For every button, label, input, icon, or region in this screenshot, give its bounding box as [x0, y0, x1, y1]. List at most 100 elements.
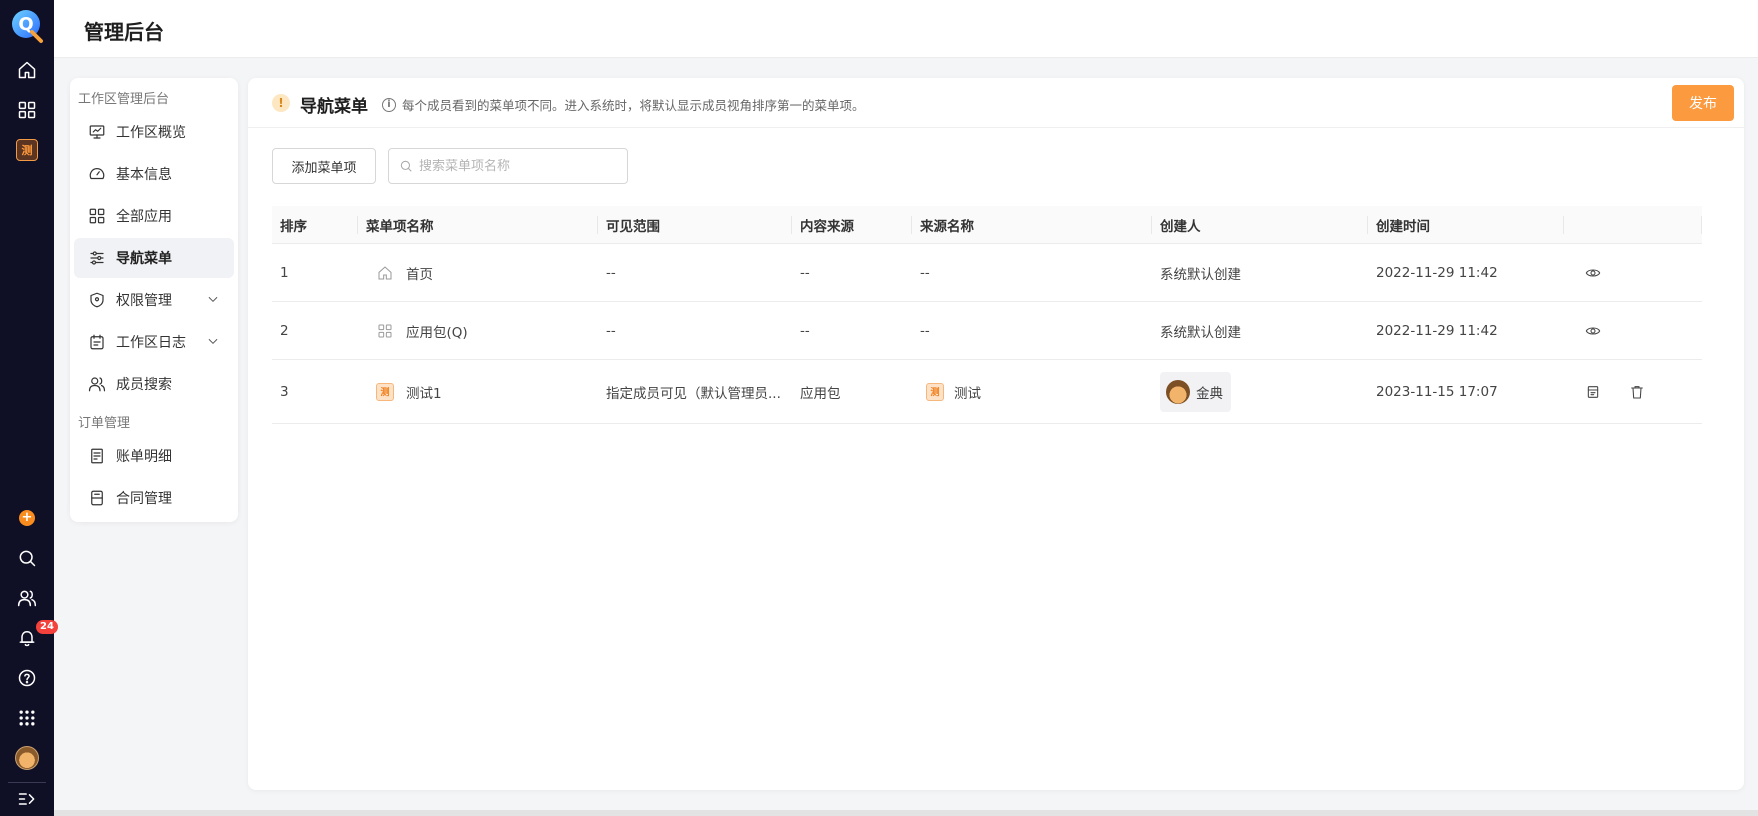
- cell-order: 1: [280, 264, 289, 281]
- cell-creator: 金典: [1152, 360, 1368, 423]
- admin-sidebar: 工作区管理后台 工作区概览 基本信息 全部应用 导航菜单 权限管理 工作区日志 …: [70, 78, 238, 522]
- cell-creator: 系统默认创建: [1160, 266, 1241, 283]
- search-box: [388, 148, 628, 184]
- expand-rail-button[interactable]: [9, 784, 45, 814]
- search-icon: [400, 160, 412, 172]
- users-icon: [17, 590, 37, 607]
- help-icon: [18, 669, 36, 687]
- more-apps-nav[interactable]: [9, 700, 45, 736]
- users-icon: [88, 377, 106, 392]
- cell-name: 首页: [358, 244, 598, 301]
- sidebar-item-workspace-log[interactable]: 工作区日志: [74, 322, 234, 362]
- col-header-order: 排序: [272, 206, 358, 243]
- table-row[interactable]: 3 测 测试1 指定成员可见（默认管理员... 应用包 测 测试 金典 2023…: [272, 360, 1702, 424]
- panel-title: 导航菜单: [300, 97, 368, 117]
- view-button[interactable]: [1584, 264, 1602, 282]
- table-header-row: 排序 菜单项名称 可见范围 内容来源 来源名称 创建人 创建时间: [272, 206, 1702, 244]
- cell-order: 2: [280, 322, 289, 339]
- sidebar-item-member-search[interactable]: 成员搜索: [74, 364, 234, 404]
- help-nav[interactable]: [9, 660, 45, 696]
- app-tile-icon: 测: [376, 382, 394, 401]
- info-icon: i: [382, 97, 396, 112]
- sidebar-item-label: 全部应用: [116, 209, 172, 225]
- cell-actions: [1564, 244, 1702, 301]
- cell-name-text: 应用包(Q): [406, 324, 468, 341]
- col-header-created: 创建时间: [1368, 206, 1564, 243]
- sidebar-item-label: 账单明细: [116, 449, 172, 465]
- chevron-down-icon: [208, 338, 218, 344]
- sliders-icon: [90, 251, 104, 265]
- app-logo[interactable]: Q: [10, 8, 44, 44]
- sidebar-item-basic-info[interactable]: 基本信息: [74, 154, 234, 194]
- search-input[interactable]: [419, 158, 619, 174]
- sidebar-item-bills[interactable]: 账单明细: [74, 436, 234, 476]
- user-avatar-nav[interactable]: [9, 740, 45, 776]
- edit-button[interactable]: [1584, 383, 1602, 401]
- table-row[interactable]: 2 应用包(Q) -- -- -- 系统默认创建 2022-11-29 11:4…: [272, 302, 1702, 360]
- sidebar-item-label: 合同管理: [116, 491, 172, 507]
- cell-creator: 系统默认创建: [1160, 324, 1241, 341]
- edit-form-icon: [1587, 385, 1599, 398]
- cell-scope: --: [606, 322, 616, 339]
- cell-name: 测 测试1: [358, 360, 598, 423]
- cell-source-name: --: [920, 264, 930, 281]
- app-tile-icon: 测: [16, 139, 38, 161]
- main-panel: ! 导航菜单 i 每个成员看到的菜单项不同。进入系统时，将默认显示成员视角排序第…: [248, 78, 1744, 790]
- sidebar-group-orders: 订单管理: [78, 416, 131, 431]
- home-icon: [378, 265, 392, 279]
- cell-scope: --: [606, 264, 616, 281]
- sidebar-item-overview[interactable]: 工作区概览: [74, 112, 234, 152]
- view-button[interactable]: [1584, 322, 1602, 340]
- page-title: 管理后台: [84, 20, 164, 44]
- test-app-nav[interactable]: 测: [9, 132, 45, 168]
- cell-source-name-text: 测试: [954, 385, 981, 402]
- cell-created: 2023-11-15 17:07: [1376, 383, 1498, 400]
- bottom-scroll-track: [54, 810, 1758, 816]
- apps-nav[interactable]: [9, 92, 45, 128]
- menu-table: 排序 菜单项名称 可见范围 内容来源 来源名称 创建人 创建时间 1 首页 --…: [272, 206, 1724, 424]
- top-header: 管理后台: [54, 0, 1758, 58]
- col-header-source-name: 来源名称: [912, 206, 1152, 243]
- creator-chip[interactable]: 金典: [1160, 371, 1231, 412]
- monitor-icon: [89, 125, 105, 139]
- col-header-source: 内容来源: [792, 206, 912, 243]
- home-nav[interactable]: [9, 52, 45, 88]
- sidebar-item-label: 工作区概览: [116, 125, 186, 141]
- col-header-actions: [1564, 206, 1702, 243]
- table-row[interactable]: 1 首页 -- -- -- 系统默认创建 2022-11-29 11:42: [272, 244, 1702, 302]
- create-nav[interactable]: +: [9, 500, 45, 536]
- contacts-nav[interactable]: [9, 580, 45, 616]
- cell-scope: 指定成员可见（默认管理员...: [606, 385, 781, 402]
- delete-button[interactable]: [1628, 383, 1646, 401]
- apps-grid-icon: [18, 101, 36, 119]
- shield-icon: [90, 292, 104, 308]
- sidebar-item-label: 基本信息: [116, 167, 172, 183]
- cell-created: 2022-11-29 11:42: [1376, 264, 1498, 281]
- sidebar-item-permissions[interactable]: 权限管理: [74, 280, 234, 320]
- dots-grid-icon: [19, 710, 35, 726]
- cell-source-name: --: [920, 322, 930, 339]
- search-nav[interactable]: [9, 540, 45, 576]
- cell-order: 3: [280, 383, 289, 400]
- avatar: [1166, 379, 1190, 404]
- bell-icon: [19, 631, 35, 647]
- sidebar-item-contracts[interactable]: 合同管理: [74, 478, 234, 518]
- sidebar-item-nav-menu[interactable]: 导航菜单: [74, 238, 234, 278]
- left-rail: Q 测 + 24: [0, 0, 58, 816]
- sidebar-item-label: 导航菜单: [116, 251, 172, 267]
- warning-icon: !: [272, 94, 290, 112]
- apps-grid-icon: [378, 324, 392, 337]
- sidebar-item-all-apps[interactable]: 全部应用: [74, 196, 234, 236]
- calendar-icon: [90, 334, 104, 350]
- add-menu-item-button[interactable]: 添加菜单项: [272, 148, 376, 184]
- publish-button[interactable]: 发布: [1672, 85, 1734, 121]
- cell-name-text: 测试1: [406, 385, 442, 402]
- contract-icon: [91, 490, 103, 506]
- sidebar-group-workspace: 工作区管理后台: [78, 92, 170, 107]
- avatar: [15, 746, 39, 770]
- chevron-down-icon: [208, 296, 218, 302]
- trash-icon: [1631, 385, 1643, 399]
- sidebar-item-label: 权限管理: [116, 293, 172, 309]
- cell-created: 2022-11-29 11:42: [1376, 322, 1498, 339]
- cell-source: --: [800, 322, 810, 339]
